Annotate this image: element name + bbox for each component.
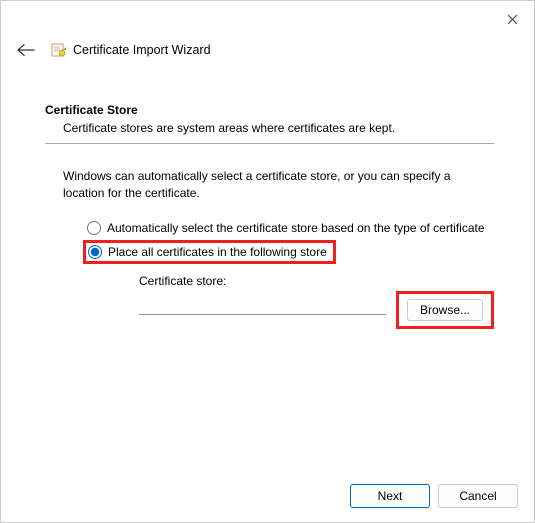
- store-selection-radio-group: Automatically select the certificate sto…: [83, 218, 494, 329]
- certificate-wizard-icon: [51, 42, 67, 58]
- radio-manual-label: Place all certificates in the following …: [108, 245, 327, 259]
- section-description: Certificate stores are system areas wher…: [63, 121, 494, 135]
- wizard-header: Certificate Import Wizard: [1, 1, 534, 71]
- certificate-store-input[interactable]: [139, 297, 386, 315]
- back-arrow-icon[interactable]: [15, 39, 37, 61]
- wizard-title: Certificate Import Wizard: [73, 43, 211, 57]
- cancel-button[interactable]: Cancel: [438, 484, 518, 508]
- certificate-store-label: Certificate store:: [139, 274, 494, 288]
- radio-auto-input[interactable]: [87, 221, 101, 235]
- radio-manual-input[interactable]: [88, 245, 102, 259]
- divider: [45, 143, 494, 144]
- certificate-store-section: Certificate store: Browse...: [139, 274, 494, 329]
- radio-auto-label: Automatically select the certificate sto…: [107, 221, 485, 235]
- browse-highlight: Browse...: [396, 291, 494, 329]
- instruction-text: Windows can automatically select a certi…: [63, 168, 494, 202]
- radio-manual-select[interactable]: Place all certificates in the following …: [83, 240, 336, 264]
- wizard-content: Certificate Store Certificate stores are…: [1, 71, 534, 329]
- browse-button[interactable]: Browse...: [407, 299, 483, 321]
- radio-auto-select[interactable]: Automatically select the certificate sto…: [83, 218, 494, 238]
- section-title: Certificate Store: [45, 103, 494, 117]
- next-button[interactable]: Next: [350, 484, 430, 508]
- wizard-footer: Next Cancel: [350, 484, 518, 508]
- close-icon[interactable]: [502, 9, 522, 29]
